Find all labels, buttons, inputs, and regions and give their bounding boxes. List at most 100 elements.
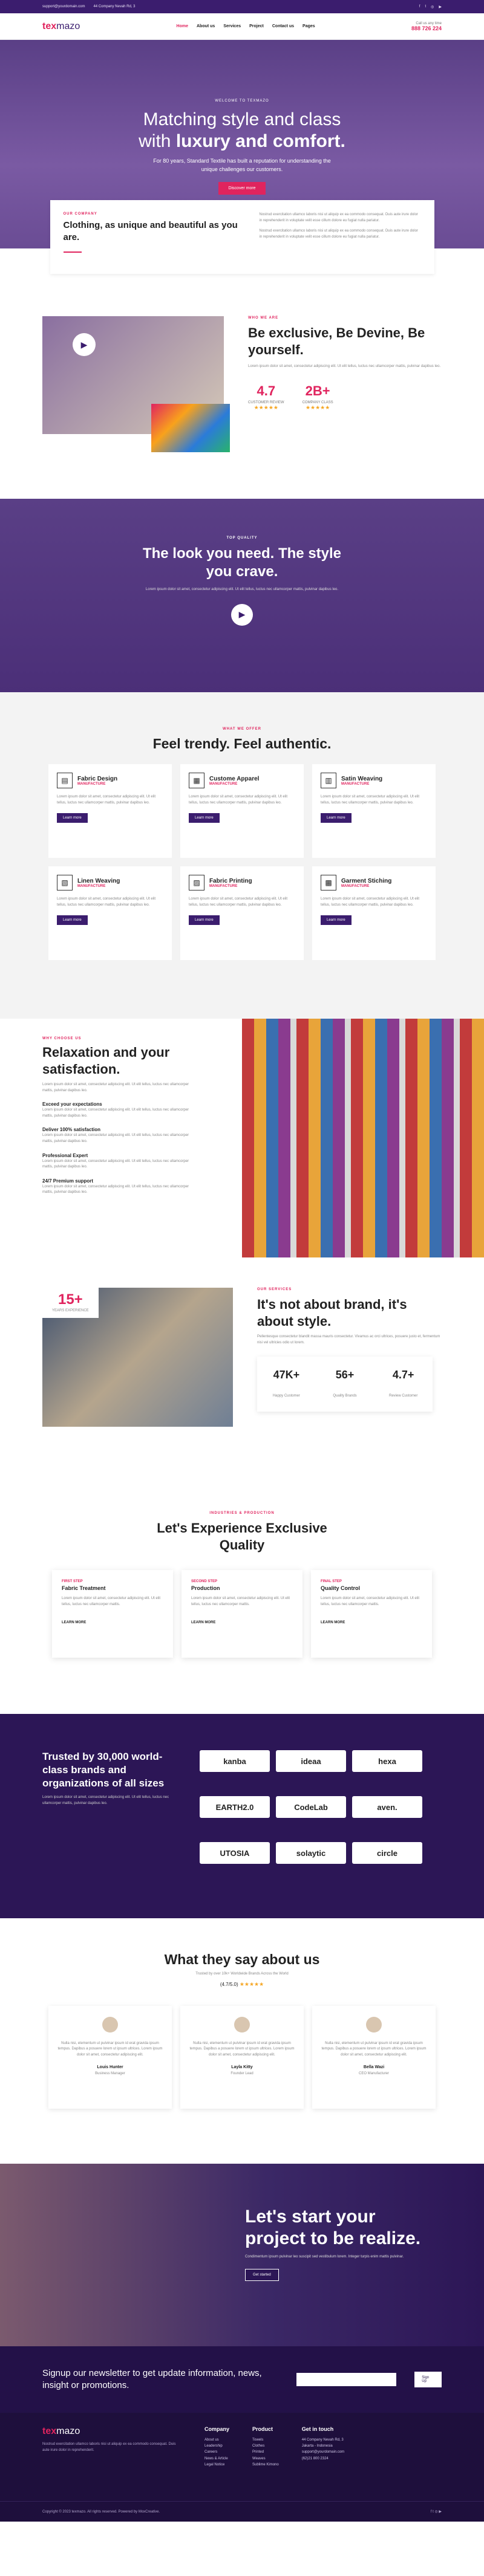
footer-link[interactable]: Weaves [252, 2456, 279, 2462]
service-card: ▤ Fabric Design MANUFACTURE Lorem ipsum dol… [48, 764, 172, 858]
service-icon: ▦ [189, 773, 204, 788]
footer-link[interactable]: Towels [252, 2437, 279, 2443]
footer-logo[interactable]: texmazo [42, 2426, 182, 2437]
yarn-shelf-image [242, 1019, 484, 1257]
learn-more-link[interactable]: LEARN MORE [62, 1621, 163, 1624]
discover-button[interactable]: Discover more [218, 182, 266, 195]
service-card: ▩ Garment Stiching MANUFACTURE Lorem ipsum … [312, 866, 436, 960]
footer-link[interactable]: 44 Company Nevah Rd, 3 [302, 2437, 344, 2443]
feature-item: Deliver 100% satisfaction Lorem ipsum dol… [42, 1127, 189, 1143]
nav-pages[interactable]: Pages [302, 24, 315, 28]
folded-fabric-image: 15+ YEARS EXPERIENCE [42, 1288, 233, 1427]
video-thumbnail[interactable]: ▶ [42, 316, 230, 452]
learn-more-button[interactable]: Learn more [189, 813, 220, 823]
quality-title: The look you need. The style you crave. [142, 545, 342, 580]
why-title: Relaxation and your satisfaction. [42, 1045, 170, 1077]
stars-icon: ★★★★★ [305, 404, 330, 410]
testimonial-card: Nulla nisi, elementum ut pulvinar ipsum … [48, 2005, 172, 2109]
footer-link[interactable]: Careers [204, 2449, 229, 2455]
about-card: OUR COMPANY Clothing, as unique and beau… [50, 200, 434, 274]
quality-text: Lorem ipsum dolor sit amet, consectetur … [145, 588, 339, 591]
testi-title: What they say about us [164, 1951, 320, 1967]
since-text: Pellentesque consectetur blandit massa m… [257, 1335, 440, 1345]
service-icon: ▤ [57, 773, 73, 788]
experience: 15+ YEARS EXPERIENCE OUR SERVICES It's no… [0, 1257, 484, 1505]
nav-project[interactable]: Project [249, 24, 264, 28]
cta-text: Condimentum ipsum pulvinar leo suscipit … [245, 2255, 404, 2259]
avatar [102, 2016, 118, 2033]
process: INDUSTRIES & PRODUCTION Let's Experience… [0, 1505, 484, 1714]
copyright-bar: Copyright © 2023 texmazo. All rights res… [0, 2501, 484, 2522]
footer-link[interactable]: Printed [252, 2449, 279, 2455]
footer-link[interactable]: News & Article [204, 2456, 229, 2462]
instagram-icon[interactable]: ◎ [431, 5, 434, 9]
hero-title: Matching style and class with luxury and … [139, 109, 345, 151]
steps-tag: INDUSTRIES & PRODUCTION [209, 1511, 275, 1515]
brands-text: Lorem ipsum dolor sit amet, consectetur … [42, 1796, 169, 1805]
email-text[interactable]: support@yourdomain.com [42, 5, 85, 8]
service-icon: ▥ [321, 773, 336, 788]
years-badge: 15+ YEARS EXPERIENCE [42, 1288, 99, 1318]
feature-item: 24/7 Premium support Lorem ipsum dolor si… [42, 1178, 189, 1195]
play-icon[interactable]: ▶ [231, 603, 253, 626]
youtube-icon[interactable]: ▶ [439, 5, 442, 9]
quality-tag: TOP QUALITY [226, 536, 258, 540]
fabric-swatch-image [151, 404, 230, 452]
main-menu: Home About us Services Project Contact u… [177, 24, 315, 28]
learn-more-button[interactable]: Learn more [57, 915, 88, 926]
signup-button[interactable]: Sign Up [414, 2372, 442, 2387]
step-card: FINAL STEP Quality Control Lorem ipsum dol… [311, 1570, 432, 1658]
learn-more-button[interactable]: Learn more [189, 915, 220, 926]
learn-more-button[interactable]: Learn more [57, 813, 88, 823]
learn-more-button[interactable]: Learn more [321, 813, 352, 823]
learn-more-link[interactable]: LEARN MORE [191, 1621, 293, 1624]
testimonial-card: Nulla nisi, elementum ut pulvinar ipsum … [312, 2005, 436, 2109]
email-input[interactable] [296, 2373, 397, 2386]
nav-services[interactable]: Services [223, 24, 241, 28]
footer-link[interactable]: (62)21 800 2324 [302, 2456, 344, 2462]
get-started-button[interactable]: Get started [245, 2268, 279, 2281]
learn-more-link[interactable]: LEARN MORE [321, 1621, 422, 1624]
twitter-icon[interactable]: t [425, 5, 426, 9]
nav-contact[interactable]: Contact us [272, 24, 294, 28]
avatar [234, 2016, 250, 2033]
who-we-are: ▶ WHO WE ARE Be exclusive, Be Devine, Be… [0, 274, 484, 499]
facebook-icon[interactable]: f [419, 5, 420, 9]
hero-pre: WELCOME TO TEXMAZO [215, 99, 269, 103]
service-card: ▦ Custome Apparel MANUFACTURE Lorem ipsum d… [180, 764, 304, 858]
offer-tag: WHAT WE OFFER [223, 727, 261, 731]
logo[interactable]: texmazo [42, 21, 80, 32]
brand-logo: circle [352, 1842, 422, 1864]
footer-link[interactable]: Sublime Kimono [252, 2462, 279, 2468]
stats-box: 47K+ Happy Customer 56+ Quality Brands 4.7… [257, 1357, 433, 1412]
brand-logo: solaytic [276, 1842, 346, 1864]
footer: texmazo Nostrud exercitation ullamco labo… [0, 2413, 484, 2501]
footer-link[interactable]: Legal Notice [204, 2462, 229, 2468]
cta-banner: Let's start your project to be realize. … [0, 2164, 484, 2346]
social-icons[interactable]: f t ◎ ▶ [431, 2509, 442, 2514]
nav-home[interactable]: Home [177, 24, 188, 28]
service-card: ▥ Satin Weaving MANUFACTURE Lorem ipsum dol… [312, 764, 436, 858]
avatar [366, 2016, 382, 2033]
learn-more-button[interactable]: Learn more [321, 915, 352, 926]
testimonials: What they say about us Trusted by over 1… [0, 1918, 484, 2164]
phone-number[interactable]: 888 726 224 [411, 25, 442, 31]
service-icon: ▩ [321, 875, 336, 891]
footer-link[interactable]: Leadership [204, 2443, 229, 2449]
feature-item: Professional Expert Lorem ipsum dolor sit… [42, 1152, 189, 1169]
footer-link[interactable]: support@yourdomain.com [302, 2449, 344, 2455]
quality-banner: TOP QUALITY The look you need. The style… [0, 499, 484, 692]
play-icon[interactable]: ▶ [73, 333, 96, 356]
newsletter: Signup our newsletter to get update info… [0, 2346, 484, 2413]
about-text-1: Nostrud exercitation ullamco laboris nis… [259, 213, 418, 222]
testimonial-card: Nulla nisi, elementum ut pulvinar ipsum … [180, 2005, 304, 2109]
footer-link[interactable]: About us [204, 2437, 229, 2443]
who-title: Be exclusive, Be Devine, Be yourself. [248, 325, 425, 357]
cta-title: Let's start your project to be realize. [245, 2207, 421, 2248]
nav-about[interactable]: About us [197, 24, 215, 28]
divider [63, 251, 82, 253]
since-title: It's not about brand, it's about style. [257, 1297, 407, 1329]
brand-logo: hexa [352, 1750, 422, 1772]
footer-link[interactable]: Jakarta - Indonesia [302, 2443, 344, 2449]
footer-link[interactable]: Clothes [252, 2443, 279, 2449]
